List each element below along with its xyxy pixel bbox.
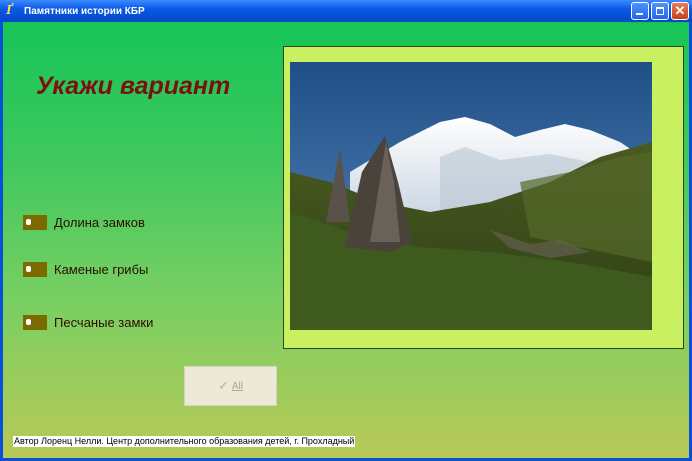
option-label[interactable]: Долина замков	[54, 215, 145, 230]
title-bar[interactable]: Ґ Памятники истории КБР ✕	[0, 0, 692, 22]
window-controls: ✕	[631, 2, 689, 20]
photo-frame	[283, 46, 684, 349]
check-icon: ✓	[217, 378, 229, 393]
option-1[interactable]: Долина замков	[23, 215, 145, 230]
option-3[interactable]: Песчаные замки	[23, 315, 153, 330]
radio-button[interactable]	[23, 262, 47, 277]
app-window: Ґ Памятники истории КБР ✕ Укажи вариант …	[0, 0, 692, 461]
option-label[interactable]: Песчаные замки	[54, 315, 153, 330]
landscape-photo	[290, 62, 652, 330]
all-button[interactable]: ✓ All	[184, 366, 277, 406]
radio-button[interactable]	[23, 215, 47, 230]
mountain-image	[290, 62, 652, 330]
radio-button[interactable]	[23, 315, 47, 330]
all-button-label: All	[231, 380, 244, 392]
close-button[interactable]: ✕	[671, 2, 689, 20]
maximize-button[interactable]	[651, 2, 669, 20]
minimize-button[interactable]	[631, 2, 649, 20]
close-icon: ✕	[674, 3, 686, 18]
question-heading: Укажи вариант	[36, 72, 231, 100]
option-label[interactable]: Каменые грибы	[54, 262, 148, 277]
author-credit: Автор Лоренц Нелли. Центр дополнительног…	[13, 436, 356, 447]
window-title: Памятники истории КБР	[24, 5, 145, 17]
app-logo-icon: Ґ	[6, 3, 13, 18]
option-2[interactable]: Каменые грибы	[23, 262, 148, 277]
minimize-icon	[636, 13, 643, 15]
maximize-icon	[656, 7, 664, 15]
